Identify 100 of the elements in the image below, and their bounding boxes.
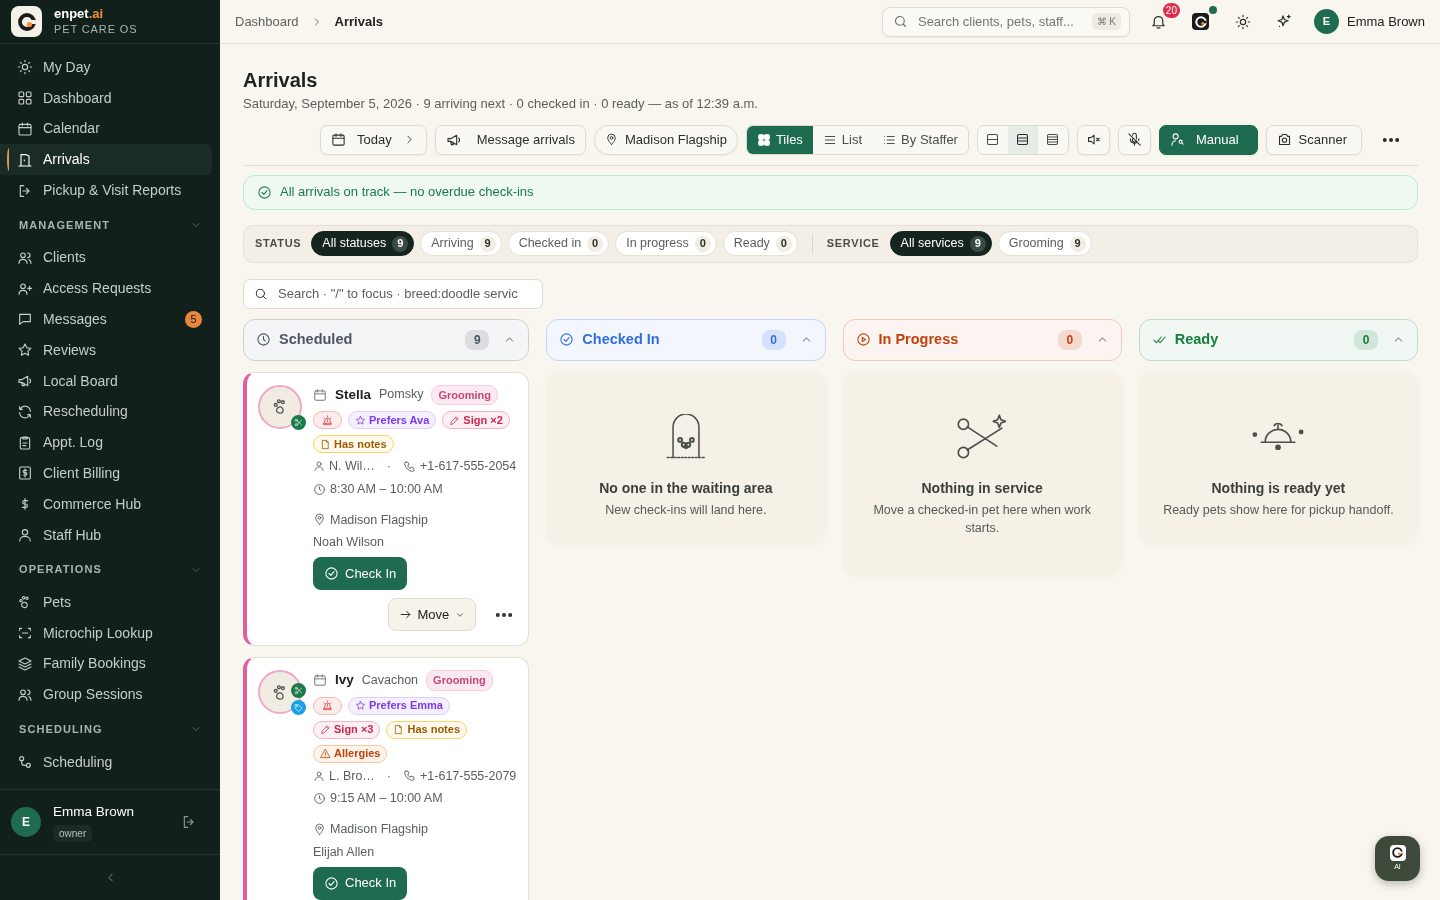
star-icon bbox=[355, 414, 366, 426]
document-icon bbox=[320, 438, 331, 450]
nav-item[interactable]: Pets bbox=[0, 586, 212, 618]
user-avatar: E bbox=[11, 807, 41, 838]
nav-item[interactable]: Calendar bbox=[0, 113, 212, 145]
nav-item[interactable]: Messages 5 bbox=[0, 304, 212, 335]
nav-item[interactable]: Scheduling bbox=[0, 746, 212, 778]
signature-tag: Sign ×3 bbox=[313, 720, 381, 739]
sound-button[interactable] bbox=[1076, 124, 1110, 155]
search-bar[interactable]: Search clients, pets, staff... ⌘ K bbox=[881, 6, 1130, 37]
nav-item[interactable]: Arrivals bbox=[0, 144, 212, 176]
nav-item[interactable]: Group Sessions bbox=[0, 679, 212, 711]
clock-icon bbox=[313, 482, 326, 496]
filter-chip[interactable]: In progress 0 bbox=[615, 231, 717, 256]
nav-item[interactable]: Client Billing bbox=[0, 458, 212, 489]
move-button[interactable]: Move bbox=[387, 598, 477, 631]
phone-icon bbox=[403, 769, 417, 783]
pet-breed: Pomsky bbox=[379, 386, 424, 404]
staff-name: Noah Wilson bbox=[313, 534, 385, 552]
service-tag: Grooming bbox=[426, 670, 493, 691]
nav-item[interactable]: Clients bbox=[0, 242, 212, 274]
calendar-icon bbox=[313, 673, 327, 688]
more-icon bbox=[496, 612, 513, 617]
nav-item[interactable]: Pickup & Visit Reports bbox=[0, 175, 212, 206]
location: Madison Flagship bbox=[330, 511, 428, 529]
camera-icon bbox=[1276, 132, 1292, 147]
bell-icon bbox=[1150, 13, 1168, 30]
count-badge: 5 bbox=[185, 310, 202, 328]
filter-label: STATUS bbox=[255, 236, 302, 252]
status-icon bbox=[256, 332, 271, 347]
search-bar[interactable]: Search · "/" to focus · breed:doodle servic bbox=[243, 278, 543, 309]
document-icon bbox=[393, 724, 405, 735]
ghost-drawing bbox=[665, 413, 706, 460]
notes-tag: Has notes bbox=[386, 720, 467, 739]
check-in-button[interactable]: Check In bbox=[313, 866, 408, 900]
nav-item[interactable]: Access Requests bbox=[0, 273, 212, 305]
density-button[interactable] bbox=[1007, 125, 1038, 154]
manual-button[interactable]: Manual bbox=[1158, 124, 1258, 155]
chat-icon bbox=[17, 311, 33, 328]
calendar-icon bbox=[331, 132, 347, 147]
nav-item[interactable]: Appt. Log bbox=[0, 427, 212, 459]
search-field[interactable]: Search clients, pets, staff... bbox=[915, 10, 1076, 33]
preference-tag: Prefers Emma bbox=[348, 696, 450, 715]
filter-chip[interactable]: All services 9 bbox=[889, 231, 992, 256]
preference-tag: Prefers Ava bbox=[348, 411, 437, 429]
nav-item[interactable]: Microchip Lookup bbox=[0, 617, 212, 649]
clipboard-icon bbox=[17, 434, 33, 451]
section-heading: OPERATIONS bbox=[19, 562, 102, 578]
breadcrumb-item[interactable]: Dashboard bbox=[235, 11, 299, 32]
date-button[interactable]: Today bbox=[320, 124, 427, 155]
density-icon bbox=[1015, 132, 1031, 147]
nav-item[interactable]: Family Bookings bbox=[0, 648, 212, 680]
column-title: Ready bbox=[1174, 329, 1219, 349]
message-button[interactable]: Message arrivals bbox=[434, 124, 586, 155]
empty-text: New check-ins will land here. bbox=[604, 501, 768, 519]
view-tab[interactable]: List bbox=[812, 125, 873, 154]
filter-chip[interactable]: All statuses 9 bbox=[311, 231, 415, 256]
staff-name: Elijah Allen bbox=[313, 843, 376, 861]
count-badge: 0 bbox=[1057, 329, 1082, 350]
separator-dot: · bbox=[386, 767, 392, 785]
nav-item[interactable]: Dashboard bbox=[0, 82, 212, 114]
nav-item[interactable]: My Day bbox=[0, 52, 212, 83]
location-button[interactable]: Madison Flagship bbox=[594, 124, 738, 155]
view-tab[interactable]: Tiles bbox=[746, 125, 813, 154]
view-tab[interactable]: By Staffer bbox=[872, 125, 968, 154]
empty-title: Nothing in service bbox=[920, 478, 1044, 498]
nav-item[interactable]: Local Board bbox=[0, 365, 212, 397]
nav-item[interactable]: Staff Hub bbox=[0, 519, 212, 551]
filter-chip[interactable]: Arriving 9 bbox=[420, 231, 502, 256]
filter-chip[interactable]: Grooming 9 bbox=[997, 231, 1092, 256]
nav-item[interactable]: Commerce Hub bbox=[0, 488, 212, 520]
appointment-time: 8:30 AM – 10:00 AM bbox=[330, 480, 443, 498]
pet-name: Ivy bbox=[335, 671, 354, 690]
users-icon bbox=[17, 249, 33, 266]
nav-item[interactable]: Rescheduling bbox=[0, 396, 212, 428]
microphone-button[interactable] bbox=[1117, 124, 1151, 155]
filter-chip[interactable]: Checked in 0 bbox=[507, 231, 610, 256]
check-in-button[interactable]: Check In bbox=[313, 557, 408, 590]
density-icon bbox=[1045, 132, 1061, 147]
siren-icon bbox=[322, 414, 333, 426]
status-icon bbox=[855, 332, 871, 347]
density-toggle[interactable] bbox=[976, 124, 1069, 155]
door-icon bbox=[17, 151, 33, 168]
nav-item[interactable]: Reviews bbox=[0, 334, 212, 366]
logo-icon bbox=[1193, 14, 1208, 29]
notes-tag: Has notes bbox=[313, 435, 394, 453]
search-icon bbox=[892, 14, 908, 29]
density-icon bbox=[985, 132, 1001, 147]
section-heading: SCHEDULING bbox=[19, 722, 103, 738]
filter-chip[interactable]: Ready 0 bbox=[722, 231, 798, 256]
more-icon bbox=[1383, 137, 1399, 142]
user-name: Emma Brown bbox=[53, 803, 136, 822]
scanner-button[interactable]: Scanner bbox=[1265, 124, 1362, 155]
column-title: Checked In bbox=[582, 329, 660, 349]
muted-microphone-icon bbox=[1126, 132, 1142, 147]
user-name[interactable]: Emma Brown bbox=[1346, 11, 1425, 32]
search-field[interactable]: Search · "/" to focus · breed:doodle servic bbox=[276, 282, 532, 305]
user-avatar[interactable]: E bbox=[1313, 9, 1339, 34]
arrow-right-icon bbox=[398, 608, 412, 621]
sun-icon bbox=[17, 59, 33, 76]
